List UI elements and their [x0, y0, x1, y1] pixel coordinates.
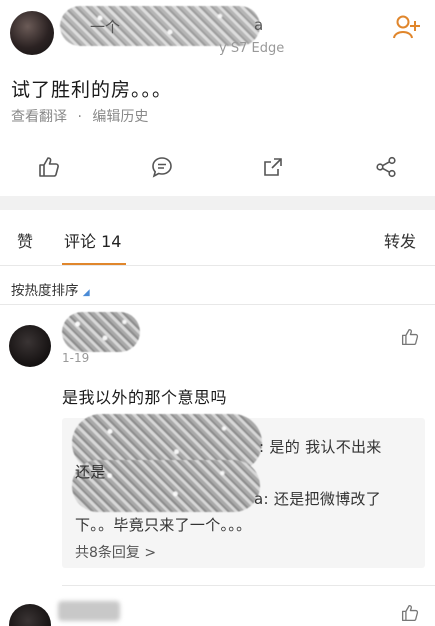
author-name-visible: 一个 [90, 18, 121, 36]
author-name[interactable]: 一个 [90, 16, 120, 37]
add-user-icon [393, 15, 420, 39]
sort-by-popularity[interactable]: 按热度排序 ◢ [11, 279, 90, 299]
comment-date: 1-19 [62, 351, 90, 365]
repost-button[interactable] [262, 156, 284, 178]
tab-likes[interactable]: 赞 [17, 228, 33, 252]
reply-2-text-wrap: 下。。毕竟只来了一个。。。 [75, 516, 252, 534]
sort-label: 按热度排序 [11, 283, 79, 299]
comment-divider [62, 585, 435, 586]
tab-comments[interactable]: 评论 14 [64, 228, 121, 252]
link-separator: · [77, 109, 82, 125]
post-text: 试了胜利的房。。。 [11, 79, 173, 101]
tab-reposts[interactable]: 转发 [384, 228, 416, 252]
thumbs-up-icon [401, 604, 419, 622]
view-all-replies-link[interactable]: 共8条回复 > [75, 542, 156, 562]
comment-bubble-icon [152, 157, 172, 178]
sort-dropdown-icon: ◢ [82, 288, 90, 298]
commenter-2-name-obscured [58, 601, 120, 621]
comment-like-button[interactable] [401, 328, 419, 346]
reply-2-text: a: 还是把微博改了 [254, 490, 382, 508]
share-out-icon [264, 158, 282, 176]
follow-button[interactable] [393, 14, 421, 40]
share-button[interactable] [375, 156, 397, 178]
post-device: y S7 Edge [219, 41, 285, 56]
edit-history-link[interactable]: 编辑历史 [92, 109, 148, 125]
commenter-avatar-2[interactable] [9, 604, 51, 626]
comment-post-button[interactable] [151, 156, 173, 178]
section-gap [0, 196, 435, 210]
post-sub-links: 查看翻译 · 编辑历史 [11, 106, 154, 126]
author-avatar[interactable] [10, 11, 54, 55]
comment-text: 是我以外的那个意思吗 [62, 388, 228, 407]
share-nodes-icon [376, 156, 396, 178]
author-name-tail: a [254, 16, 264, 34]
thumbs-up-icon [401, 328, 419, 346]
thumbs-up-icon [39, 157, 59, 177]
view-translation-link[interactable]: 查看翻译 [11, 109, 67, 125]
reply-1-text: : 是的 我认不出来 [259, 438, 382, 456]
tabs-divider [0, 265, 435, 266]
commenter-avatar[interactable] [9, 325, 51, 367]
reply-1-text-wrap: 还是 [75, 463, 106, 481]
commenter-name-obscured [62, 312, 140, 352]
sort-divider [0, 304, 435, 305]
like-post-button[interactable] [38, 156, 60, 178]
comment-2-like-button[interactable] [401, 604, 419, 622]
